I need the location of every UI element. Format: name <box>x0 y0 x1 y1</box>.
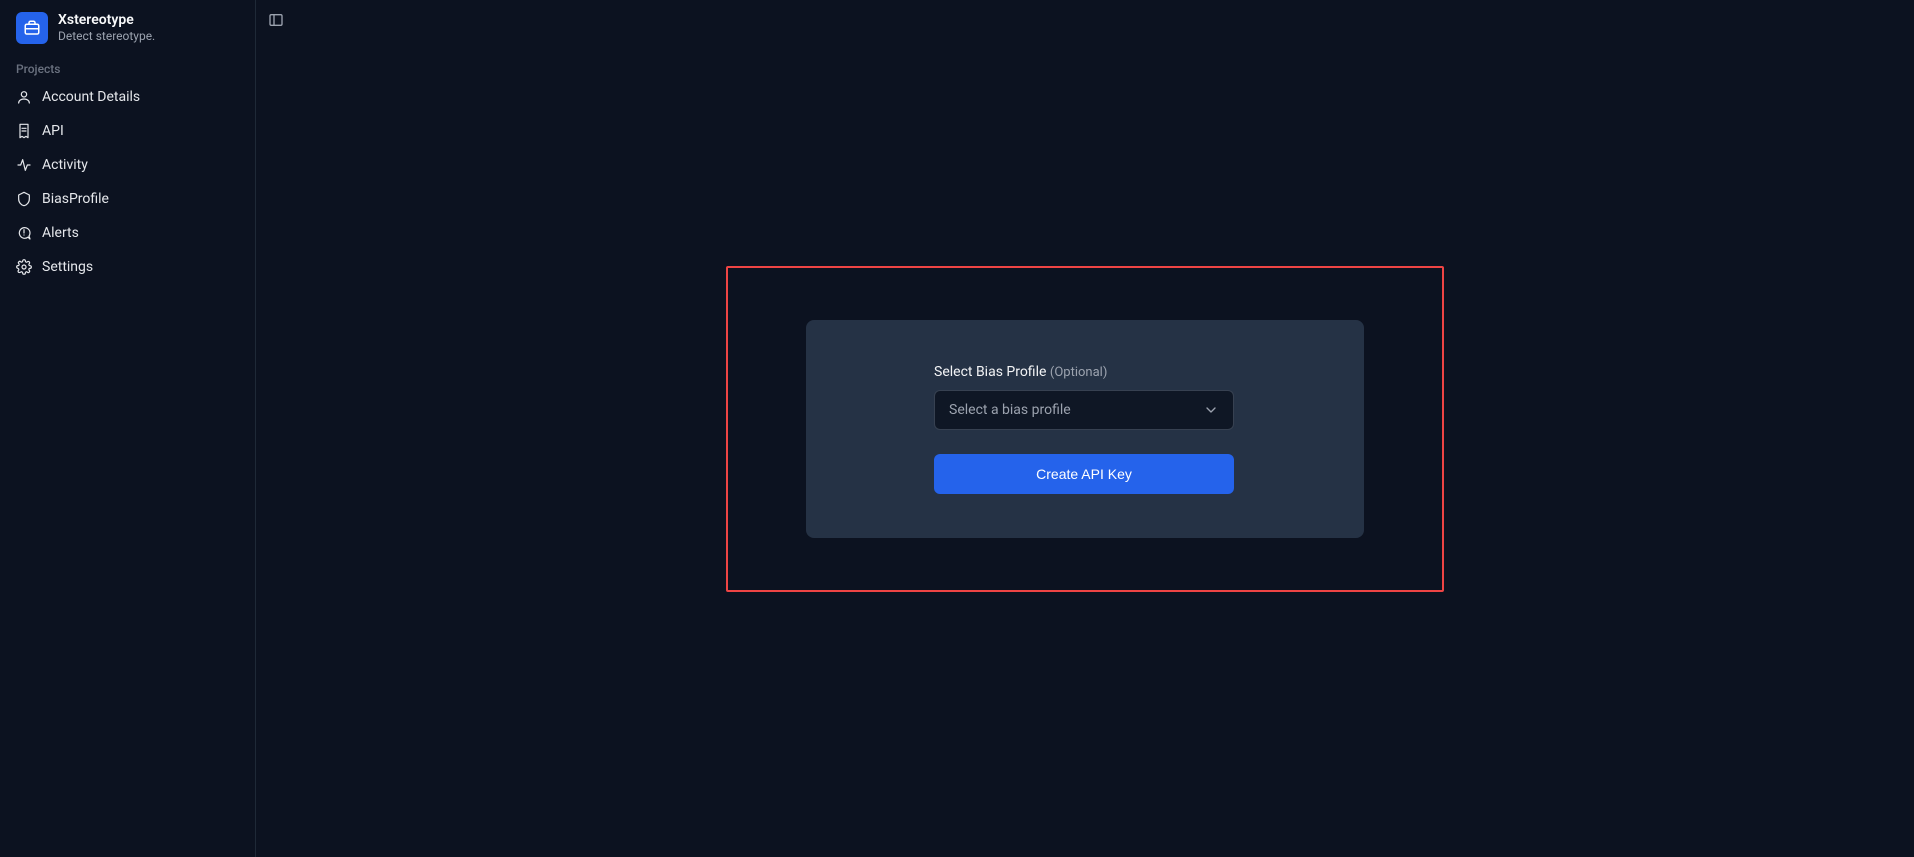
sidebar-section-label: Projects <box>0 56 255 80</box>
bias-profile-select-value: Select a bias profile <box>949 402 1071 418</box>
highlight-box: Select Bias Profile (Optional) Select a … <box>726 266 1444 592</box>
gear-icon <box>16 259 32 275</box>
sidebar-item-label: API <box>42 123 64 139</box>
sidebar: Xstereotype Detect stereotype. Projects … <box>0 0 256 857</box>
receipt-icon <box>16 123 32 139</box>
user-icon <box>16 89 32 105</box>
sidebar-item-alerts[interactable]: Alerts <box>0 216 255 250</box>
brand-subtitle: Detect stereotype. <box>58 29 155 43</box>
brand-row: Xstereotype Detect stereotype. <box>0 8 255 56</box>
sidebar-item-api[interactable]: API <box>0 114 255 148</box>
sidebar-item-label: Account Details <box>42 89 140 105</box>
sidebar-item-biasprofile[interactable]: BiasProfile <box>0 182 255 216</box>
brand-title: Xstereotype <box>58 12 155 29</box>
bias-profile-select[interactable]: Select a bias profile <box>934 390 1234 430</box>
brand-logo <box>16 12 48 44</box>
bias-profile-label: Select Bias Profile (Optional) <box>934 364 1236 380</box>
briefcase-icon <box>23 19 41 37</box>
sidebar-item-label: Activity <box>42 157 88 173</box>
center-wrap: Select Bias Profile (Optional) Select a … <box>726 266 1444 592</box>
sidebar-item-label: Alerts <box>42 225 79 241</box>
sidebar-item-label: BiasProfile <box>42 191 109 207</box>
sidebar-item-activity[interactable]: Activity <box>0 148 255 182</box>
sidebar-item-label: Settings <box>42 259 93 275</box>
sidebar-item-settings[interactable]: Settings <box>0 250 255 284</box>
message-alert-icon <box>16 225 32 241</box>
shield-icon <box>16 191 32 207</box>
sidebar-item-account-details[interactable]: Account Details <box>0 80 255 114</box>
chevron-down-icon <box>1203 402 1219 418</box>
activity-icon <box>16 157 32 173</box>
create-api-key-card: Select Bias Profile (Optional) Select a … <box>806 320 1364 538</box>
bias-profile-label-main: Select Bias Profile <box>934 364 1046 380</box>
bias-profile-label-optional: (Optional) <box>1050 365 1107 380</box>
sidebar-toggle-button[interactable] <box>264 8 288 32</box>
create-api-key-button[interactable]: Create API Key <box>934 454 1234 494</box>
main-content: Select Bias Profile (Optional) Select a … <box>256 0 1914 857</box>
panel-left-icon <box>268 12 284 28</box>
brand-text: Xstereotype Detect stereotype. <box>58 12 155 43</box>
